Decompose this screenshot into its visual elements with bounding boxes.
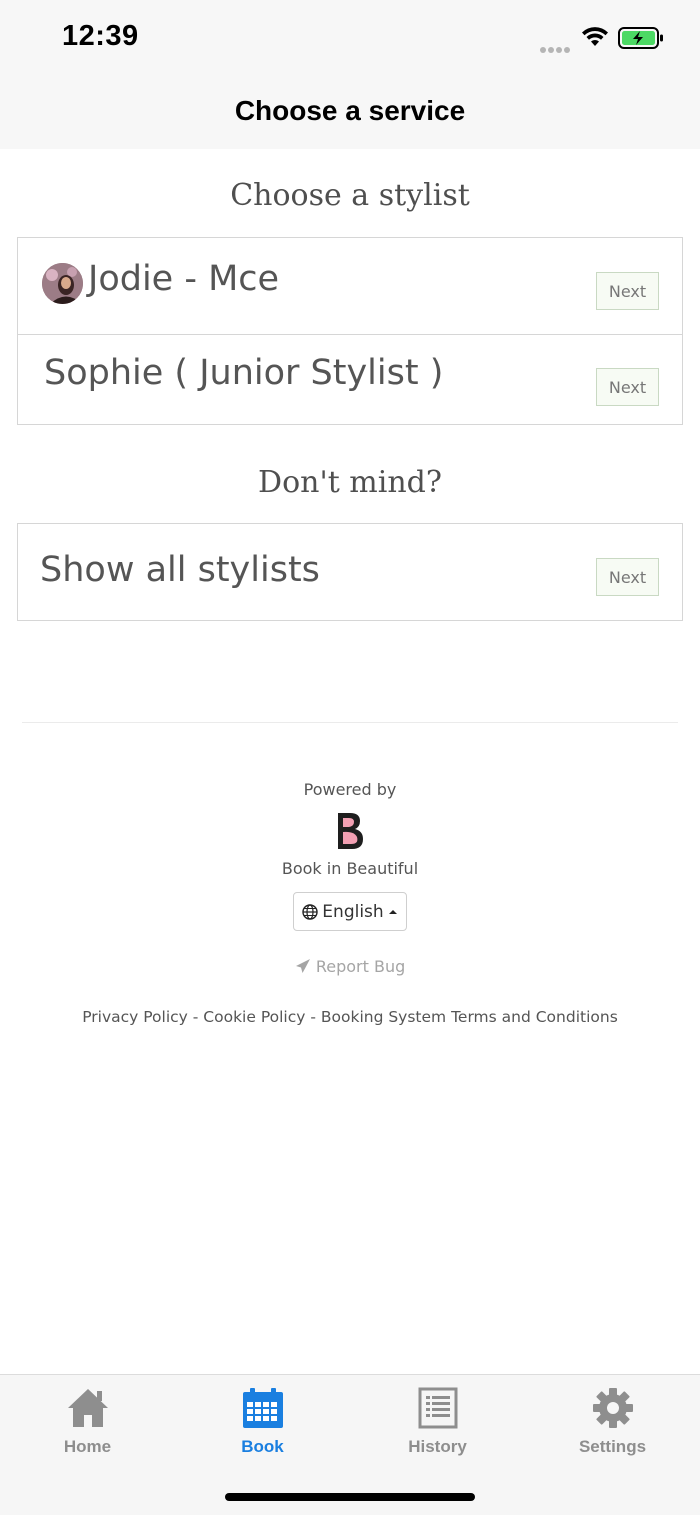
battery-icon [618,27,663,49]
next-button[interactable]: Next [596,558,659,596]
home-icon [67,1389,108,1427]
stylist-list: Jodie - Mce Next Sophie ( Junior Stylist… [17,237,683,425]
cookie-policy-link[interactable]: Cookie Policy [203,1008,305,1026]
tab-home[interactable]: Home [0,1385,175,1457]
stylist-row-jodie[interactable]: Jodie - Mce Next [18,238,682,334]
next-button[interactable]: Next [596,272,659,310]
tab-label: History [408,1437,467,1456]
language-label: English [322,901,384,922]
terms-link[interactable]: Booking System Terms and Conditions [321,1008,618,1026]
show-all-stylists-label: Show all stylists [40,550,320,590]
legal-links: Privacy Policy - Cookie Policy - Booking… [0,1008,700,1026]
page-title: Choose a service [234,95,466,126]
status-time: 12:39 [62,20,139,52]
footer-divider [22,722,678,723]
stylist-name: Jodie - Mce [88,259,280,299]
book-in-beautiful-logo[interactable] [334,810,366,852]
language-selector[interactable]: English [293,892,407,931]
stylist-row-sophie[interactable]: Sophie ( Junior Stylist ) Next [18,334,682,424]
tab-label: Settings [578,1437,647,1456]
paper-plane-icon [295,959,310,973]
gear-icon [592,1388,633,1428]
report-bug-link[interactable]: Report Bug [0,957,700,976]
tab-history[interactable]: History [350,1385,525,1457]
cellular-signal-icon [540,40,572,58]
home-indicator [225,1493,475,1501]
globe-icon [302,903,318,920]
show-all-stylists-row[interactable]: Show all stylists Next [18,524,682,620]
stylist-avatar [42,263,83,304]
brand-name: Book in Beautiful [281,859,419,878]
list-document-icon [418,1387,457,1429]
report-bug-label: Report Bug [315,957,406,976]
privacy-policy-link[interactable]: Privacy Policy [82,1008,188,1026]
tab-label: Book [241,1437,284,1456]
stylist-name: Sophie ( Junior Stylist ) [44,353,444,393]
link-separator: - [187,1008,204,1026]
link-separator: - [305,1008,321,1026]
tab-label: Home [63,1437,112,1456]
tab-settings[interactable]: Settings [525,1385,700,1457]
status-bar: 12:39 [0,0,700,80]
dont-mind-heading: Don't mind? [258,465,442,500]
caret-up-icon [388,909,397,914]
all-stylists-card: Show all stylists Next [17,523,683,621]
calendar-icon [242,1388,283,1428]
next-button[interactable]: Next [596,368,659,406]
choose-stylist-heading: Choose a stylist [230,178,470,213]
tab-book[interactable]: Book [175,1385,350,1457]
wifi-icon [582,27,608,46]
powered-by-label: Powered by [303,780,397,799]
